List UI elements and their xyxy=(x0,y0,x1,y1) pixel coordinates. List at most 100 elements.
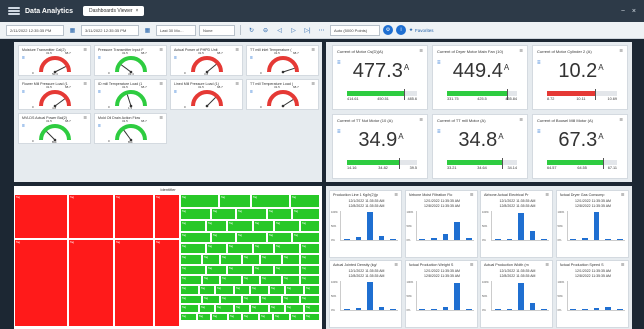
treemap-cell[interactable]: Tag xyxy=(242,295,260,304)
treemap-cell[interactable]: Tag xyxy=(242,275,260,285)
treemap-cell[interactable]: Tag xyxy=(68,239,114,327)
treemap-cell[interactable]: Tag xyxy=(260,295,282,304)
tile-menu-icon[interactable]: ☰ xyxy=(235,81,239,86)
treemap-cell[interactable]: Tag xyxy=(206,220,227,232)
treemap-cell[interactable]: Tag xyxy=(251,194,290,208)
tile-menu-icon[interactable]: ☰ xyxy=(519,48,523,53)
treemap-cell[interactable]: Tag xyxy=(282,254,300,265)
histogram-tile[interactable]: Actual Production Weight S ☰ 12/1/2022 11:… xyxy=(404,260,478,328)
treemap-cell[interactable]: Tag xyxy=(304,313,320,321)
treemap-cell[interactable]: Tag xyxy=(290,313,304,321)
aggregation-select[interactable]: None xyxy=(199,24,235,36)
tile-menu-icon[interactable]: ☰ xyxy=(83,115,87,120)
treemap-cell[interactable]: Tag xyxy=(274,243,300,254)
tile-menu-icon[interactable]: ☰ xyxy=(470,262,474,267)
tile-menu-icon[interactable]: ☰ xyxy=(159,47,163,52)
step-forward-icon[interactable]: ▷ xyxy=(288,25,299,36)
gauge-tile[interactable]: Mold Oil Drain Action Flow ☰ ≡ 31.5 68.7 0 Bot xyxy=(94,113,167,144)
tile-menu-icon[interactable]: ☰ xyxy=(470,192,474,197)
treemap-cell[interactable]: Tag xyxy=(274,265,300,275)
treemap-cell[interactable]: Tag xyxy=(180,313,197,321)
more-icon[interactable]: ⋯ xyxy=(316,25,327,36)
treemap-cell[interactable]: Tag xyxy=(269,285,285,295)
gauge-tile[interactable]: ID mill Temperature Load (1 ☰ ≡ 31.5 68.7 0 1.… xyxy=(94,79,167,110)
treemap-cell[interactable]: Tag xyxy=(292,232,320,243)
treemap-cell[interactable]: Tag xyxy=(199,304,215,313)
treemap-cell[interactable]: Tag xyxy=(14,194,68,239)
treemap-cell[interactable]: Tag xyxy=(199,285,215,295)
tile-menu-icon[interactable]: ☰ xyxy=(394,262,398,267)
histogram-tile[interactable]: Actual Dryer Gas Consump ☰ 12/1/2022 11:35… xyxy=(555,190,629,258)
treemap-cell[interactable]: Tag xyxy=(180,220,206,232)
treemap-cell[interactable]: Tag xyxy=(180,275,202,285)
treemap-cell[interactable]: Tag xyxy=(68,194,114,239)
end-time-input[interactable]: 3/11/2022 12:35:35 PM xyxy=(81,24,139,36)
treemap-cell[interactable]: Tag xyxy=(197,313,211,321)
tile-menu-icon[interactable]: ☰ xyxy=(83,47,87,52)
treemap-cell[interactable]: Tag xyxy=(202,295,220,304)
treemap-cell[interactable]: Tag xyxy=(282,275,300,285)
calendar-icon[interactable]: ▦ xyxy=(67,25,78,36)
tile-menu-icon[interactable]: ☰ xyxy=(311,47,315,52)
gauge-tile[interactable]: Moisture Transmitter Cal(2) ☰ ≡ 31.5 68.7 0 50… xyxy=(18,45,91,76)
treemap-cell[interactable]: Tag xyxy=(300,254,320,265)
treemap-cell[interactable]: Tag xyxy=(260,275,282,285)
treemap-cell[interactable]: Tag xyxy=(211,208,236,220)
treemap-cell[interactable]: Tag xyxy=(250,304,269,313)
treemap-cell[interactable]: Tag xyxy=(259,313,273,321)
value-card[interactable]: Current of Dryer Motor Main Fan (10) ☰ ≡ 44… xyxy=(432,45,528,110)
start-time-input[interactable]: 2/11/2022 12:35:35 PM xyxy=(6,24,64,36)
tile-menu-icon[interactable]: ☰ xyxy=(311,81,315,86)
treemap-cell[interactable]: Tag xyxy=(227,243,253,254)
value-card[interactable]: Current of TT Nut Motor (10 (A) ☰ ≡ 34.9A 14… xyxy=(332,114,428,179)
treemap-cell[interactable]: Tag xyxy=(206,243,227,254)
tile-menu-icon[interactable]: ☰ xyxy=(619,117,623,122)
treemap-cell[interactable]: Tag xyxy=(180,232,211,243)
treemap-cell[interactable]: Tag xyxy=(285,285,304,295)
treemap-cell[interactable]: Tag xyxy=(273,313,290,321)
tile-menu-icon[interactable]: ☰ xyxy=(159,115,163,120)
treemap-cell[interactable]: Tag xyxy=(227,265,253,275)
treemap-cell[interactable]: Tag xyxy=(211,232,236,243)
treemap-cell[interactable]: Tag xyxy=(300,295,320,304)
minimize-button[interactable]: − xyxy=(621,8,625,15)
treemap-cell[interactable]: Tag xyxy=(260,254,282,265)
treemap-cell[interactable]: Tag xyxy=(253,243,274,254)
treemap-cell[interactable]: Tag xyxy=(300,220,320,232)
treemap-cell[interactable]: Tag xyxy=(267,208,292,220)
treemap-cell[interactable]: Tag xyxy=(180,295,202,304)
treemap-cell[interactable]: Tag xyxy=(154,239,180,327)
treemap-cell[interactable]: Tag xyxy=(234,304,250,313)
tile-menu-icon[interactable]: ☰ xyxy=(394,192,398,197)
tile-menu-icon[interactable]: ☰ xyxy=(621,262,625,267)
step-back-icon[interactable]: ◁ xyxy=(274,25,285,36)
treemap-cell[interactable]: Tag xyxy=(202,254,220,265)
gauge-tile[interactable]: Pressure Transmitter Input F ☰ ≡ 31.5 68.7 0 3… xyxy=(94,45,167,76)
treemap-cell[interactable]: Tag xyxy=(215,285,234,295)
value-card[interactable]: Current of Motor Cs(D)(A) ☰ ≡ 477.3A 414.61 4… xyxy=(332,45,428,110)
treemap-cell[interactable]: Tag xyxy=(250,285,269,295)
calendar-icon[interactable]: ▦ xyxy=(142,25,153,36)
tile-menu-icon[interactable]: ☰ xyxy=(545,262,549,267)
treemap-cell[interactable]: Tag xyxy=(253,265,274,275)
tab-close-icon[interactable]: × xyxy=(136,8,139,14)
histogram-tile[interactable]: Production Line 1 Kg/h(2)(p ☰ 12/1/2022 11… xyxy=(329,190,402,258)
treemap-cell[interactable]: Tag xyxy=(290,194,320,208)
treemap-cell[interactable]: Tag xyxy=(220,275,242,285)
tile-menu-icon[interactable]: ☰ xyxy=(235,47,239,52)
treemap-cell[interactable]: Tag xyxy=(304,285,320,295)
tile-menu-icon[interactable]: ☰ xyxy=(621,192,625,197)
gauge-tile[interactable]: TT mill inlet Temperature (☰ ≡ 31.5 68.7 0 xyxy=(246,45,319,76)
treemap-cell[interactable]: Tag xyxy=(292,208,320,220)
value-card[interactable]: Current of Boosel Mill Motor (A) ☰ ≡ 67.3A 6… xyxy=(532,114,628,179)
histogram-tile[interactable]: Airbone Actual Electrical Pr ☰ 12/1/2022 1… xyxy=(480,190,553,258)
tile-menu-icon[interactable]: ☰ xyxy=(545,192,549,197)
treemap-cell[interactable]: Tag xyxy=(180,208,211,220)
treemap-cell[interactable]: Tag xyxy=(180,243,206,254)
treemap-cell[interactable]: Tag xyxy=(285,304,304,313)
tile-menu-icon[interactable]: ☰ xyxy=(619,48,623,53)
treemap-cell[interactable]: Tag xyxy=(236,232,267,243)
info-icon[interactable]: i xyxy=(396,25,406,35)
treemap-cell[interactable]: Tag xyxy=(242,313,259,321)
favorites-button[interactable]: ★ Favorites xyxy=(409,27,434,33)
